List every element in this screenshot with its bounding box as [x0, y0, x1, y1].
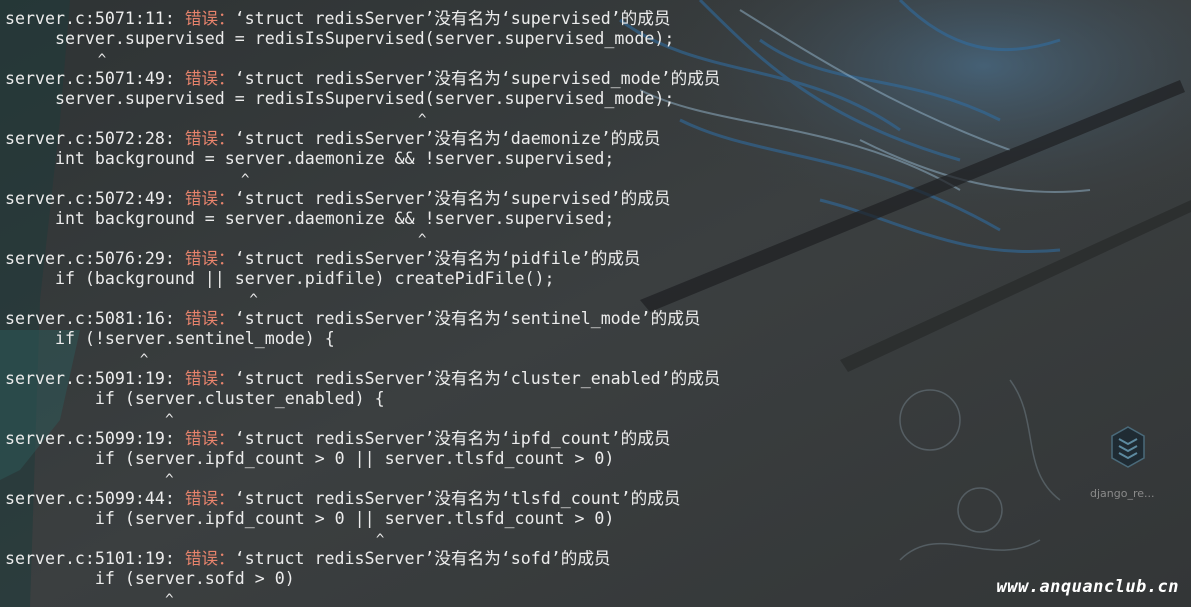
caret-marker: ^	[5, 532, 385, 548]
source-code-line: if (server.sofd > 0)	[5, 569, 295, 588]
error-message: ‘struct redisServer’没有名为‘sentinel_mode’的…	[234, 309, 701, 328]
source-code-line: if (background || server.pidfile) create…	[5, 269, 555, 288]
error-label: 错误：	[184, 549, 235, 568]
error-block: server.c:5072:28: 错误：‘struct redisServer…	[5, 129, 720, 189]
error-location: server.c:5076:29:	[5, 249, 185, 268]
caret-marker: ^	[5, 412, 174, 428]
caret-marker: ^	[5, 52, 107, 68]
error-header-line: server.c:5099:19: 错误：‘struct redisServer…	[5, 429, 720, 449]
caret-marker: ^	[5, 112, 427, 128]
error-message: ‘struct redisServer’没有名为‘cluster_enabled…	[234, 369, 721, 388]
source-code-line: if (server.ipfd_count > 0 || server.tlsf…	[5, 509, 615, 528]
cube-app-icon	[1111, 426, 1145, 468]
error-block: server.c:5091:19: 错误：‘struct redisServer…	[5, 369, 720, 429]
error-label: 错误：	[184, 69, 235, 88]
error-label: 错误：	[184, 429, 235, 448]
caret-marker: ^	[5, 352, 149, 368]
error-message: ‘struct redisServer’没有名为‘supervised_mode…	[234, 69, 721, 88]
caret-marker: ^	[5, 172, 250, 188]
error-block: server.c:5099:19: 错误：‘struct redisServer…	[5, 429, 720, 489]
caret-marker: ^	[5, 592, 174, 607]
terminal-output: server.c:5071:11: 错误：‘struct redisServer…	[5, 9, 720, 607]
site-watermark: www.anquanclub.cn	[996, 577, 1179, 597]
error-header-line: server.c:5071:49: 错误：‘struct redisServer…	[5, 69, 720, 89]
source-code-line: int background = server.daemonize && !se…	[5, 149, 615, 168]
error-label: 错误：	[184, 369, 235, 388]
error-message: ‘struct redisServer’没有名为‘tlsfd_count’的成员	[234, 489, 681, 508]
error-location: server.c:5071:11:	[5, 9, 185, 28]
desktop-shortcut[interactable]: django_re...	[1090, 425, 1166, 515]
error-label: 错误：	[184, 9, 235, 28]
error-header-line: server.c:5081:16: 错误：‘struct redisServer…	[5, 309, 720, 329]
error-block: server.c:5076:29: 错误：‘struct redisServer…	[5, 249, 720, 309]
error-location: server.c:5099:44:	[5, 489, 185, 508]
error-message: ‘struct redisServer’没有名为‘pidfile’的成员	[234, 249, 641, 268]
error-header-line: server.c:5099:44: 错误：‘struct redisServer…	[5, 489, 720, 509]
error-message: ‘struct redisServer’没有名为‘sofd’的成员	[234, 549, 611, 568]
error-header-line: server.c:5076:29: 错误：‘struct redisServer…	[5, 249, 720, 269]
error-header-line: server.c:5072:49: 错误：‘struct redisServer…	[5, 189, 720, 209]
error-message: ‘struct redisServer’没有名为‘supervised’的成员	[234, 9, 671, 28]
error-header-line: server.c:5101:19: 错误：‘struct redisServer…	[5, 549, 720, 569]
error-header-line: server.c:5071:11: 错误：‘struct redisServer…	[5, 9, 720, 29]
error-block: server.c:5081:16: 错误：‘struct redisServer…	[5, 309, 720, 369]
source-code-line: if (server.cluster_enabled) {	[5, 389, 385, 408]
error-block: server.c:5071:49: 错误：‘struct redisServer…	[5, 69, 720, 129]
source-code-line: int background = server.daemonize && !se…	[5, 209, 615, 228]
error-location: server.c:5072:49:	[5, 189, 185, 208]
error-location: server.c:5101:19:	[5, 549, 185, 568]
error-label: 错误：	[184, 489, 235, 508]
error-block: server.c:5099:44: 错误：‘struct redisServer…	[5, 489, 720, 549]
error-label: 错误：	[184, 249, 235, 268]
caret-marker: ^	[5, 292, 258, 308]
error-label: 错误：	[184, 129, 235, 148]
desktop-shortcut-label: django_re...	[1090, 487, 1155, 500]
error-message: ‘struct redisServer’没有名为‘supervised’的成员	[234, 189, 671, 208]
error-location: server.c:5071:49:	[5, 69, 185, 88]
error-block: server.c:5072:49: 错误：‘struct redisServer…	[5, 189, 720, 249]
error-block: server.c:5101:19: 错误：‘struct redisServer…	[5, 549, 720, 607]
error-location: server.c:5081:16:	[5, 309, 185, 328]
error-location: server.c:5091:19:	[5, 369, 185, 388]
error-message: ‘struct redisServer’没有名为‘ipfd_count’的成员	[234, 429, 671, 448]
caret-marker: ^	[5, 232, 427, 248]
error-header-line: server.c:5072:28: 错误：‘struct redisServer…	[5, 129, 720, 149]
caret-marker: ^	[5, 472, 174, 488]
source-code-line: server.supervised = redisIsSupervised(se…	[5, 89, 675, 108]
source-code-line: if (server.ipfd_count > 0 || server.tlsf…	[5, 449, 615, 468]
source-code-line: if (!server.sentinel_mode) {	[5, 329, 335, 348]
source-code-line: server.supervised = redisIsSupervised(se…	[5, 29, 675, 48]
error-block: server.c:5071:11: 错误：‘struct redisServer…	[5, 9, 720, 69]
error-label: 错误：	[184, 309, 235, 328]
error-header-line: server.c:5091:19: 错误：‘struct redisServer…	[5, 369, 720, 389]
error-location: server.c:5099:19:	[5, 429, 185, 448]
error-label: 错误：	[184, 189, 235, 208]
error-location: server.c:5072:28:	[5, 129, 185, 148]
error-message: ‘struct redisServer’没有名为‘daemonize’的成员	[234, 129, 661, 148]
